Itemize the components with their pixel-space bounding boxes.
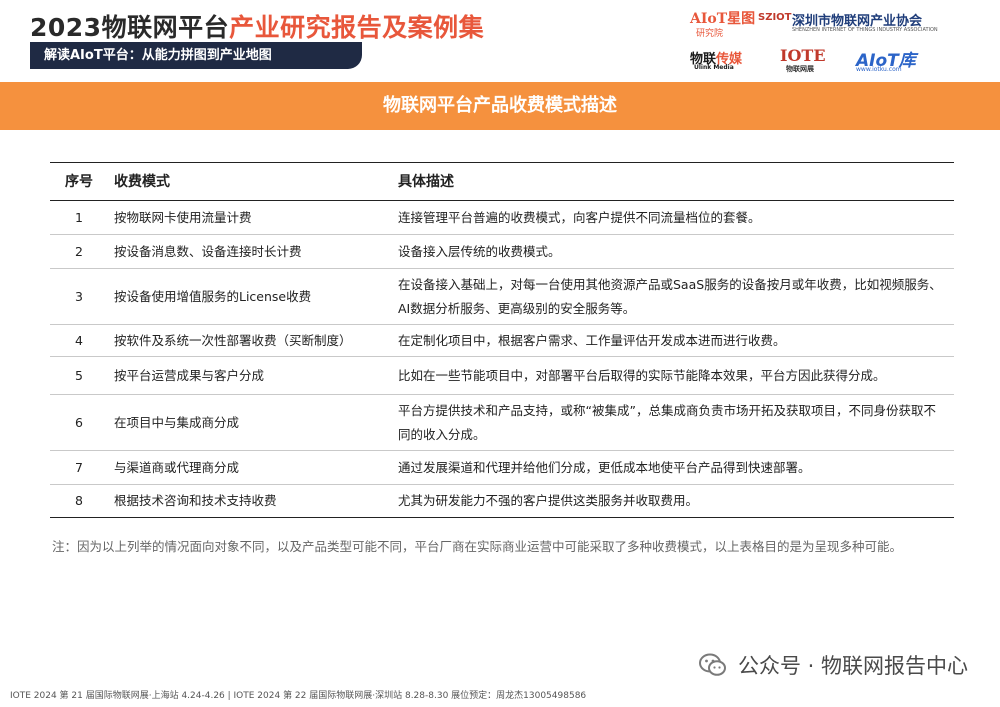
row-description: 在设备接入基础上，对每一台使用其他资源产品或SaaS服务的设备按月或年收费，比如…	[398, 276, 942, 316]
report-title-part2: 产业研究报告及案例集	[229, 13, 485, 42]
sziot-english-name: SHENZHEN INTERNET OF THINGS INDUSTRY ASS…	[792, 27, 938, 33]
table-header-row: 序号 收费模式 具体描述	[50, 163, 954, 201]
row-no: 1	[75, 209, 83, 225]
header-no: 序号	[65, 173, 93, 190]
table-row: 4 按软件及系统一次性部署收费（买断制度） 在定制化项目中，根据客户需求、工作量…	[50, 325, 954, 357]
row-mode: 按设备消息数、设备连接时长计费	[114, 243, 302, 259]
table-row: 2 按设备消息数、设备连接时长计费 设备接入层传统的收费模式。	[50, 235, 954, 269]
report-title-part1: 2023物联网平台	[30, 13, 230, 42]
row-no: 7	[75, 459, 83, 475]
section-banner: 物联网平台产品收费模式描述	[0, 82, 1000, 130]
table-row: 3 按设备使用增值服务的License收费 在设备接入基础上，对每一台使用其他资…	[50, 269, 954, 325]
aiotku-url: www.iotku.com	[856, 66, 902, 73]
sziot-logo: SZIOT	[758, 12, 792, 23]
aiot-logo-sub: 研究院	[696, 29, 724, 39]
row-mode: 在项目中与集成商分成	[114, 414, 240, 430]
sponsor-logos: AIoT星图 研究院 SZIOT 深圳市物联网产业协会 SHENZHEN INT…	[690, 6, 960, 74]
row-no: 5	[75, 367, 83, 383]
row-description: 通过发展渠道和代理并给他们分成，更低成本地使平台产品得到快速部署。	[398, 459, 811, 475]
row-mode: 按平台运营成果与客户分成	[114, 367, 265, 383]
table-row: 5 按平台运营成果与客户分成 比如在一些节能项目中，对部署平台后取得的实际节能降…	[50, 357, 954, 395]
row-mode: 按软件及系统一次性部署收费（买断制度）	[114, 332, 352, 348]
table-footnote: 注：因为以上列举的情况面向对象不同，以及产品类型可能不同，平台厂商在实际商业运营…	[52, 539, 903, 554]
section-title: 物联网平台产品收费模式描述	[383, 95, 617, 116]
page-footer: IOTE 2024 第 21 届国际物联网展·上海站 4.24-4.26 | I…	[10, 691, 587, 701]
table-row: 8 根据技术咨询和技术支持收费 尤其为研发能力不强的客户提供这类服务并收取费用。	[50, 485, 954, 517]
row-mode: 按设备使用增值服务的License收费	[114, 288, 312, 304]
row-no: 3	[75, 288, 83, 304]
row-description: 连接管理平台普遍的收费模式，向客户提供不同流量档位的套餐。	[398, 209, 761, 225]
ulink-media-english: Ulink Media	[694, 64, 734, 71]
row-mode: 根据技术咨询和技术支持收费	[114, 493, 277, 508]
table-row: 1 按物联网卡使用流量计费 连接管理平台普遍的收费模式，向客户提供不同流量档位的…	[50, 201, 954, 235]
wechat-account-label: 公众号 · 物联网报告中心	[737, 654, 968, 678]
row-mode: 按物联网卡使用流量计费	[114, 209, 252, 225]
row-description: 比如在一些节能项目中，对部署平台后取得的实际节能降本效果，平台方因此获得分成。	[398, 367, 886, 383]
row-description: 尤其为研发能力不强的客户提供这类服务并收取费用。	[398, 493, 699, 508]
wechat-icon	[698, 653, 726, 676]
row-no: 8	[75, 493, 83, 508]
row-description: 在定制化项目中，根据客户需求、工作量评估开发成本进而进行收费。	[398, 332, 786, 348]
wechat-account-watermark: 公众号 · 物联网报告中心	[698, 648, 968, 682]
iote-logo-sub: 物联网展	[786, 65, 814, 73]
report-title: 2023物联网平台产业研究报告及案例集	[30, 8, 484, 44]
row-description: 平台方提供技术和产品支持，或称“被集成”，总集成商负责市场开拓及获取项目，不同身…	[398, 402, 936, 442]
row-description: 设备接入层传统的收费模式。	[398, 243, 561, 259]
row-no: 4	[75, 332, 83, 348]
pricing-model-table: 序号 收费模式 具体描述 1 按物联网卡使用流量计费 连接管理平台普遍的收费模式…	[50, 162, 954, 518]
iote-logo: IOTE	[780, 46, 826, 65]
aiot-logo: AIoT星图	[690, 11, 756, 27]
table-row: 6 在项目中与集成商分成 平台方提供技术和产品支持，或称“被集成”，总集成商负责…	[50, 395, 954, 451]
header-mode: 收费模式	[114, 173, 170, 190]
table-row: 7 与渠道商或代理商分成 通过发展渠道和代理并给他们分成，更低成本地使平台产品得…	[50, 451, 954, 485]
report-subtitle: 解读AIoT平台：从能力拼图到产业地图	[30, 42, 362, 69]
row-no: 6	[75, 414, 83, 430]
row-no: 2	[75, 243, 83, 259]
header-description: 具体描述	[398, 173, 454, 190]
row-mode: 与渠道商或代理商分成	[114, 459, 240, 475]
